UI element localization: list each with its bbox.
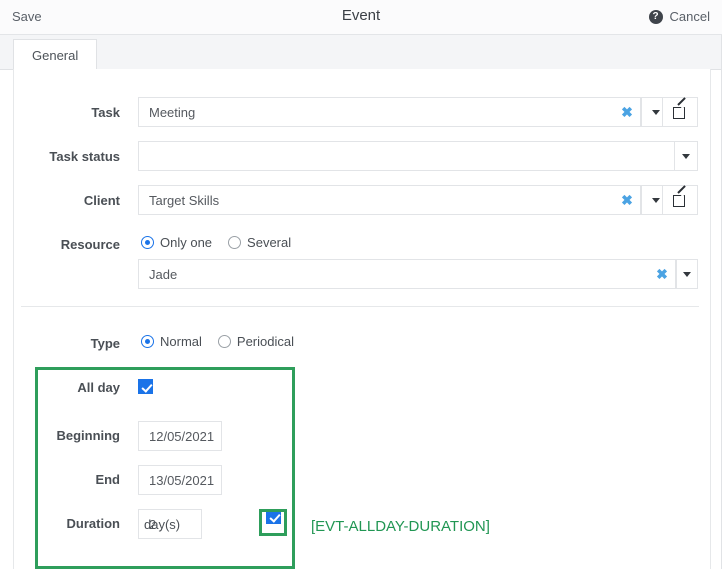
task-status-label: Task status (10, 149, 120, 164)
task-status-input[interactable] (138, 141, 675, 171)
end-date-value[interactable]: 13/05/2021 (139, 473, 221, 488)
resource-clear-icon[interactable]: ✖ (649, 266, 675, 283)
duration-checkbox[interactable] (266, 509, 281, 524)
end-date-input[interactable]: 13/05/2021 (138, 465, 222, 495)
tab-strip: General (0, 35, 722, 70)
task-edit-button[interactable] (662, 97, 698, 127)
task-value[interactable]: Meeting (139, 105, 614, 120)
client-clear-icon[interactable]: ✖ (614, 192, 640, 209)
chevron-down-icon (683, 272, 691, 277)
page-title: Event (0, 7, 722, 24)
resource-option-only-one-label: Only one (160, 235, 212, 250)
resource-value-input[interactable]: Jade ✖ (138, 259, 676, 289)
beginning-date-input[interactable]: 12/05/2021 (138, 421, 222, 451)
duration-label: Duration (10, 516, 120, 531)
chevron-down-icon (652, 110, 660, 115)
client-value[interactable]: Target Skills (139, 193, 614, 208)
all-day-label: All day (10, 380, 120, 395)
all-day-checkbox[interactable] (138, 379, 153, 394)
type-option-normal[interactable]: Normal (141, 334, 202, 349)
type-option-normal-label: Normal (160, 334, 202, 349)
radio-selected-icon[interactable] (141, 236, 154, 249)
client-edit-button[interactable] (662, 185, 698, 215)
radio-unselected-icon[interactable] (218, 335, 231, 348)
edit-square-icon (673, 193, 688, 208)
end-label: End (10, 472, 120, 487)
beginning-date-value[interactable]: 12/05/2021 (139, 429, 221, 444)
radio-selected-icon[interactable] (141, 335, 154, 348)
tab-general[interactable]: General (13, 39, 97, 70)
task-clear-icon[interactable]: ✖ (614, 104, 640, 121)
client-input[interactable]: Target Skills ✖ (138, 185, 641, 215)
type-option-periodical-label: Periodical (237, 334, 294, 349)
resource-radio-group: Only one Several (141, 235, 307, 250)
resource-option-several-label: Several (247, 235, 291, 250)
annotation-label: [EVT-ALLDAY-DURATION] (311, 518, 490, 535)
resource-value[interactable]: Jade (139, 267, 649, 282)
cancel-label[interactable]: Cancel (670, 9, 710, 24)
task-input[interactable]: Meeting ✖ (138, 97, 641, 127)
cancel-button[interactable]: ? Cancel (649, 9, 710, 24)
question-mark-circle-icon[interactable]: ? (649, 10, 663, 24)
section-divider (21, 306, 699, 307)
task-status-dropdown-button[interactable] (674, 141, 698, 171)
resource-dropdown-button[interactable] (676, 259, 698, 289)
resource-option-several[interactable]: Several (228, 235, 291, 250)
resource-option-only-one[interactable]: Only one (141, 235, 212, 250)
window-header: Save Event ? Cancel (0, 0, 722, 35)
chevron-down-icon (682, 154, 690, 159)
client-label: Client (10, 193, 120, 208)
chevron-down-icon (652, 198, 660, 203)
type-option-periodical[interactable]: Periodical (218, 334, 294, 349)
form-panel: Task Meeting ✖ Task status Client Target… (13, 69, 711, 569)
edit-square-icon (673, 105, 688, 120)
type-radio-group: Normal Periodical (141, 334, 310, 349)
task-label: Task (10, 105, 120, 120)
resource-label: Resource (10, 237, 120, 252)
type-label: Type (10, 336, 120, 351)
radio-unselected-icon[interactable] (228, 236, 241, 249)
beginning-label: Beginning (10, 428, 120, 443)
duration-unit-label: day(s) (144, 517, 274, 532)
